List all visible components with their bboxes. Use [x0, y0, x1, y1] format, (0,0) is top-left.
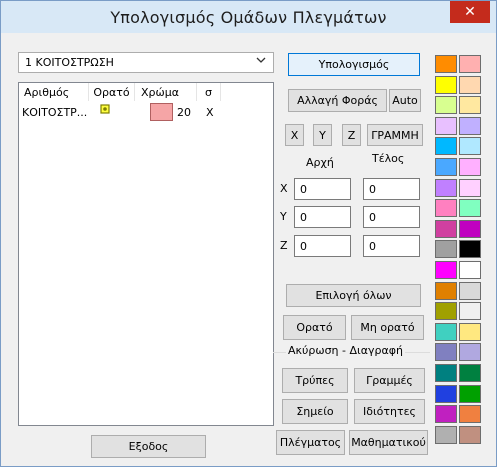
- calculate-button[interactable]: Υπολογισμός: [288, 53, 420, 76]
- palette-swatch[interactable]: [459, 219, 481, 238]
- palette-swatch[interactable]: [435, 322, 457, 341]
- chevron-down-icon: [256, 55, 266, 68]
- palette-swatch[interactable]: [435, 364, 457, 382]
- color-swatch: [150, 103, 173, 121]
- palette-swatch[interactable]: [435, 281, 457, 300]
- palette-swatch[interactable]: [459, 302, 481, 321]
- mathematical-button[interactable]: Μαθηματικού: [349, 430, 428, 455]
- auto-button[interactable]: Auto: [389, 89, 421, 112]
- palette-swatch[interactable]: [435, 199, 457, 218]
- palette-swatch[interactable]: [459, 137, 481, 156]
- palette-swatch[interactable]: [459, 281, 481, 300]
- palette-swatch[interactable]: [459, 178, 481, 197]
- palette-swatch[interactable]: [459, 55, 481, 73]
- window-title: Υπολογισμός Ομάδων Πλεγμάτων: [110, 7, 387, 27]
- x-end-input[interactable]: 0: [363, 178, 420, 200]
- group-select[interactable]: 1 ΚΟΙΤΟΣΤΡΩΣΗ: [18, 52, 274, 73]
- sun-icon[interactable]: [99, 99, 113, 119]
- palette-swatch[interactable]: [459, 116, 481, 135]
- x-button[interactable]: X: [285, 124, 304, 146]
- row-color-value: 20: [177, 105, 191, 119]
- line-button[interactable]: ΓΡΑΜΜΗ: [367, 124, 423, 146]
- y-start-input[interactable]: 0: [294, 206, 351, 228]
- palette-swatch[interactable]: [435, 405, 457, 424]
- palette-swatch[interactable]: [435, 261, 457, 279]
- palette-swatch[interactable]: [435, 384, 457, 403]
- palette-swatch[interactable]: [459, 261, 481, 279]
- palette-swatch[interactable]: [459, 158, 481, 176]
- palette-swatch[interactable]: [459, 343, 481, 362]
- palette-swatch[interactable]: [435, 158, 457, 176]
- end-label: Τέλος: [372, 152, 405, 165]
- palette-swatch[interactable]: [435, 96, 457, 115]
- table-header: Αριθμός Ορατό Χρώμα σ: [19, 83, 273, 101]
- invisible-button[interactable]: Μη ορατό: [351, 315, 424, 340]
- y-axis-label: Y: [280, 210, 287, 223]
- row-sigma: X: [206, 105, 214, 119]
- x-axis-label: X: [280, 182, 288, 195]
- dialog-window: Υπολογισμός Ομάδων Πλεγμάτων ✕ 1 ΚΟΙΤΟΣΤ…: [0, 0, 497, 467]
- palette-swatch[interactable]: [435, 178, 457, 197]
- group-select-value: 1 ΚΟΙΤΟΣΤΡΩΣΗ: [25, 56, 114, 69]
- delete-group-label: Ακύρωση - Διαγραφή: [286, 344, 405, 357]
- column-header-number[interactable]: Αριθμός: [24, 83, 89, 101]
- mesh-button[interactable]: Πλέγματος: [276, 430, 345, 455]
- row-name: ΚΟΙΤΟΣΤΡ...: [22, 105, 88, 119]
- close-button[interactable]: ✕: [450, 1, 490, 23]
- table-row[interactable]: ΚΟΙΤΟΣΤΡ... 20 X: [19, 102, 273, 122]
- palette-swatch[interactable]: [459, 425, 481, 444]
- palette-swatch[interactable]: [459, 199, 481, 218]
- visible-button[interactable]: Ορατό: [283, 315, 346, 340]
- close-icon: ✕: [464, 4, 476, 20]
- holes-button[interactable]: Τρύπες: [282, 368, 348, 393]
- row-color-swatch[interactable]: [150, 102, 173, 122]
- palette-swatch[interactable]: [459, 384, 481, 403]
- palette-swatch[interactable]: [459, 364, 481, 382]
- palette-swatch[interactable]: [435, 116, 457, 135]
- z-start-input[interactable]: 0: [294, 235, 351, 257]
- point-button[interactable]: Σημείο: [282, 399, 348, 424]
- palette-swatch[interactable]: [435, 240, 457, 259]
- lines-button[interactable]: Γραμμές: [354, 368, 425, 393]
- color-palette: [435, 55, 485, 463]
- palette-swatch[interactable]: [435, 302, 457, 321]
- y-end-input[interactable]: 0: [363, 206, 420, 228]
- palette-swatch[interactable]: [459, 240, 481, 259]
- palette-swatch[interactable]: [459, 322, 481, 341]
- properties-button[interactable]: Ιδιότητες: [354, 399, 425, 424]
- palette-swatch[interactable]: [459, 75, 481, 94]
- x-start-input[interactable]: 0: [294, 178, 351, 200]
- z-button[interactable]: Z: [342, 124, 361, 146]
- start-label: Αρχή: [306, 156, 334, 169]
- palette-swatch[interactable]: [459, 96, 481, 115]
- column-header-sigma[interactable]: σ: [197, 83, 221, 101]
- change-direction-button[interactable]: Αλλαγή Φοράς: [288, 89, 387, 112]
- palette-swatch[interactable]: [435, 425, 457, 444]
- column-header-color[interactable]: Χρώμα: [135, 83, 197, 101]
- z-axis-label: Z: [280, 239, 288, 252]
- y-button[interactable]: Y: [313, 124, 332, 146]
- title-bar[interactable]: Υπολογισμός Ομάδων Πλεγμάτων ✕: [1, 1, 496, 33]
- exit-button[interactable]: Εξοδος: [91, 435, 206, 458]
- palette-swatch[interactable]: [459, 405, 481, 424]
- palette-swatch[interactable]: [435, 343, 457, 362]
- select-all-button[interactable]: Επιλογή όλων: [286, 284, 421, 307]
- palette-swatch[interactable]: [435, 219, 457, 238]
- z-end-input[interactable]: 0: [363, 235, 420, 257]
- palette-swatch[interactable]: [435, 137, 457, 156]
- groups-table[interactable]: Αριθμός Ορατό Χρώμα σ ΚΟΙΤΟΣΤΡ... 20 X: [18, 82, 274, 426]
- palette-swatch[interactable]: [435, 75, 457, 94]
- palette-swatch[interactable]: [435, 55, 457, 73]
